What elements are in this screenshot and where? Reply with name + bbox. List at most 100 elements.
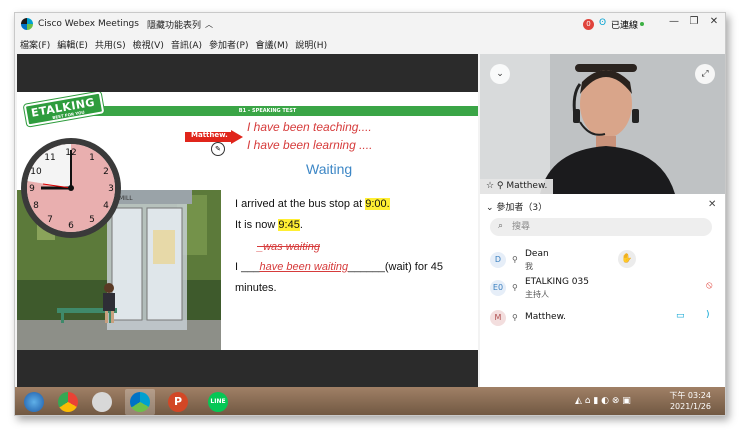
connection-status[interactable]: 已連線 — [611, 18, 638, 31]
participant-search-input[interactable]: 搜尋 — [490, 218, 712, 236]
avatar: M — [490, 310, 506, 326]
slide-line-5: minutes. — [235, 282, 277, 294]
wall-clock-icon: 1212 345 678 91011 — [21, 138, 121, 238]
svg-text:11: 11 — [44, 153, 55, 163]
svg-text:10: 10 — [30, 167, 42, 177]
avatar: D — [490, 252, 506, 268]
menu-participants[interactable]: 參加者(P) — [209, 38, 248, 51]
slide-line-2: It is now 9:45. — [235, 219, 303, 231]
line-icon: LINE — [208, 392, 228, 412]
restore-button[interactable]: ❐ — [687, 16, 701, 27]
pen-annotation-icon: ✎ — [211, 142, 225, 156]
meeting-title[interactable]: 隱藏功能表列 — [147, 18, 201, 31]
avatar: E0 — [490, 280, 506, 296]
network-app-icon — [92, 392, 112, 412]
participant-video — [480, 54, 725, 194]
participant-name: Matthew. — [525, 312, 566, 322]
chrome-icon — [58, 392, 78, 412]
expand-video-button[interactable]: ⤢ — [695, 64, 715, 84]
taskbar-webex[interactable] — [125, 389, 155, 415]
audio-icon: ⚲ — [512, 283, 518, 292]
svg-text:7: 7 — [47, 215, 53, 225]
record-badge[interactable]: 0 — [583, 19, 594, 30]
menu-share[interactable]: 共用(S) — [95, 38, 126, 51]
handwriting-line-2: I have been learning .... — [247, 138, 373, 152]
taskbar-network-app[interactable] — [87, 389, 117, 415]
chevron-up-icon[interactable]: ︿ — [205, 19, 213, 30]
connection-dot-icon — [640, 22, 644, 26]
menu-file[interactable]: 檔案(F) — [20, 38, 50, 51]
webex-window: Cisco Webex Meetings 隱藏功能表列 ︿ 0 ʘ 已連線 — … — [14, 12, 726, 416]
line4-answer: have been waiting — [259, 261, 349, 273]
video-camera-icon[interactable]: ▭ — [676, 311, 685, 321]
participant-role: 我 — [525, 262, 533, 271]
slide-line-4: I ___have been waiting______(wait) for 4… — [235, 261, 443, 273]
participant-row[interactable]: M ⚲ Matthew. ▭ ) — [480, 304, 725, 330]
svg-text:3: 3 — [108, 184, 114, 194]
participants-panel: ⌄ 參加者（3） ✕ 搜尋 ⌕ D ⚲ Dean 我 ✋ E0 ⚲ ETALKI… — [480, 194, 725, 387]
audio-icon: ⚲ — [512, 313, 518, 322]
close-button[interactable]: ✕ — [707, 16, 721, 27]
slide-header: B1 – SPEAKING TEST — [238, 108, 297, 114]
presentation-slide: B1 – SPEAKING TEST ETALKING BEST FOR YOU… — [17, 92, 478, 350]
audio-icon: ⚲ — [512, 255, 518, 264]
mic-muted-icon[interactable]: ⦸ — [706, 280, 713, 291]
taskbar-chrome[interactable] — [53, 389, 83, 415]
clock-date[interactable]: 2021/1/26 — [663, 402, 711, 411]
participants-header[interactable]: ⌄ 參加者（3） — [486, 200, 547, 213]
svg-text:2: 2 — [103, 167, 109, 177]
system-tray[interactable]: ◭ ⌂ ▮ ◐ ⊗ ▣ — [575, 396, 631, 406]
svg-text:6: 6 — [68, 221, 74, 231]
line4-prefix: I ___ — [235, 261, 260, 273]
video-name-label: ☆ ⚲ Matthew. — [480, 179, 554, 194]
line1-text: I arrived at the bus stop at — [235, 198, 366, 210]
clock-time[interactable]: 下午 03:24 — [663, 390, 711, 401]
svg-text:9: 9 — [29, 184, 35, 194]
chevron-down-icon: ⌄ — [486, 203, 497, 213]
line1-time: 9:00. — [365, 198, 390, 210]
mic-active-icon[interactable]: ) — [706, 310, 710, 320]
start-button[interactable] — [19, 389, 49, 415]
menu-edit[interactable]: 編輯(E) — [57, 38, 88, 51]
annotator-name: Matthew. — [191, 131, 228, 139]
svg-text:4: 4 — [103, 201, 109, 211]
svg-text:8: 8 — [33, 201, 39, 211]
svg-text:1: 1 — [89, 153, 95, 163]
menu-audio[interactable]: 音訊(A) — [171, 38, 202, 51]
line2-text: It is now — [235, 219, 279, 231]
pin-icon: ☆ ⚲ — [486, 181, 507, 191]
shared-content-area: B1 – SPEAKING TEST ETALKING BEST FOR YOU… — [17, 54, 478, 387]
taskbar-line[interactable]: LINE — [203, 389, 233, 415]
raise-hand-icon[interactable]: ✋ — [618, 250, 636, 268]
menu-view[interactable]: 檢視(V) — [133, 38, 164, 51]
participant-row[interactable]: D ⚲ Dean 我 ✋ — [480, 246, 725, 272]
webex-icon — [130, 392, 150, 412]
line2-end: . — [299, 219, 303, 231]
search-icon: ⌕ — [498, 221, 504, 231]
svg-text:5: 5 — [89, 215, 95, 225]
webex-logo-icon — [21, 18, 33, 30]
menu-help[interactable]: 說明(H) — [295, 38, 327, 51]
close-panel-button[interactable]: ✕ — [708, 199, 716, 210]
struck-answer: _was waiting — [257, 241, 320, 253]
windows-taskbar: P LINE ◭ ⌂ ▮ ◐ ⊗ ▣ 下午 03:24 2021/1/26 — [15, 387, 725, 415]
video-participant-name: Matthew. — [506, 181, 548, 191]
participant-name: ETALKING 035 — [525, 277, 589, 287]
line2-time: 9:45 — [278, 219, 300, 231]
line4-suffix: ______(wait) for 45 — [348, 261, 443, 273]
minimize-button[interactable]: — — [667, 16, 681, 27]
windows-start-icon — [24, 392, 44, 412]
participant-row[interactable]: E0 ⚲ ETALKING 035 主持人 ⦸ — [480, 274, 725, 300]
taskbar-powerpoint[interactable]: P — [163, 389, 193, 415]
etalking-logo: ETALKING BEST FOR YOU — [23, 92, 105, 127]
handwriting-line-1: I have been teaching.... — [247, 120, 372, 134]
participant-role: 主持人 — [525, 290, 549, 299]
connection-icon: ʘ — [599, 18, 607, 28]
collapse-video-button[interactable]: ⌄ — [490, 64, 510, 84]
participant-name: Dean — [525, 249, 549, 259]
app-title: Cisco Webex Meetings — [38, 19, 139, 29]
participants-count: 參加者（3） — [496, 203, 548, 213]
menu-meeting[interactable]: 會議(M) — [256, 38, 289, 51]
powerpoint-icon: P — [168, 392, 188, 412]
menu-bar: 檔案(F) 編輯(E) 共用(S) 檢視(V) 音訊(A) 參加者(P) 會議(… — [15, 35, 725, 53]
